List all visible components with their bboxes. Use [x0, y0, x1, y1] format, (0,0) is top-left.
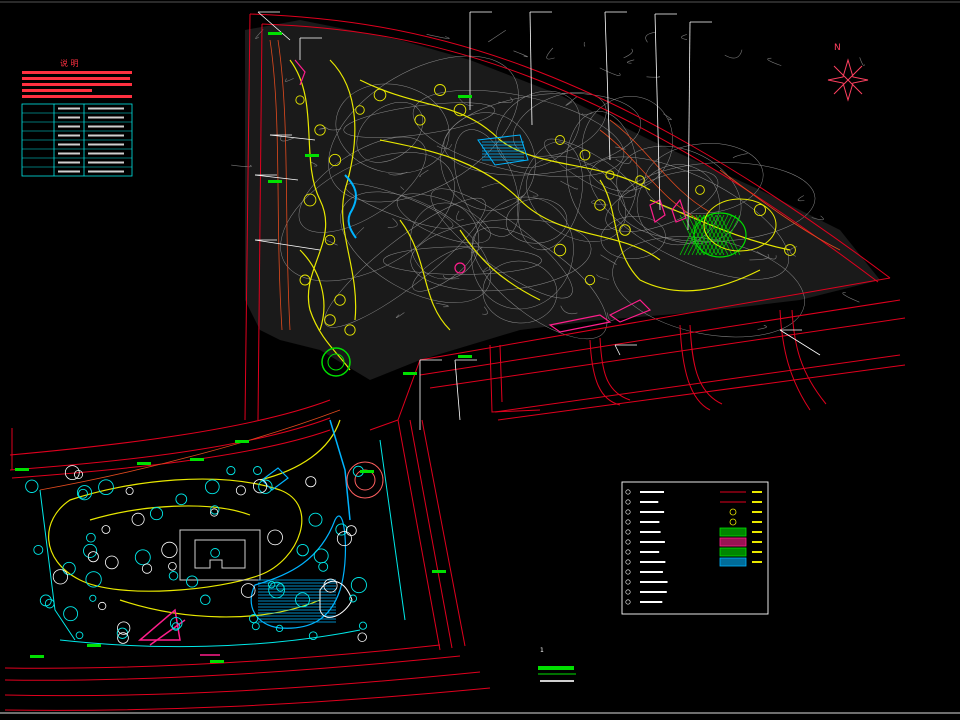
- legend-text: [640, 501, 659, 503]
- notes-title: 说 明: [60, 58, 79, 68]
- notes-line-3: [22, 83, 132, 86]
- legend-text: [640, 541, 665, 543]
- callout-tag: [235, 440, 249, 443]
- table-cell-text: [58, 134, 80, 137]
- legend-text: [640, 601, 663, 603]
- legend-swatch-label: [752, 521, 762, 523]
- legend-swatch-label: [752, 551, 762, 553]
- table-cell-text: [58, 125, 80, 128]
- legend-text: [640, 511, 665, 513]
- legend-text: [640, 551, 660, 553]
- table-cell-text: [88, 152, 124, 155]
- table-cell-text: [58, 116, 80, 119]
- table-cell-text: [88, 125, 124, 128]
- table-cell-text: [88, 170, 124, 173]
- drawing-title-bar: [538, 666, 574, 670]
- cad-master-plan: N 说 明 1: [0, 0, 960, 720]
- table-cell-text: [58, 170, 80, 173]
- legend-fill-swatch: [719, 527, 747, 537]
- legend-text: [640, 581, 668, 583]
- callout-tag: [30, 655, 44, 658]
- callout-tag: [305, 154, 319, 157]
- legend-text: [640, 521, 660, 523]
- drawing-scale-text: [540, 680, 574, 682]
- legend-swatch-label: [752, 491, 762, 493]
- callout-tag: [137, 462, 151, 465]
- callout-tag: [458, 95, 472, 98]
- table-cell-text: [58, 152, 80, 155]
- legend-swatch-label: [752, 531, 762, 533]
- table-cell-text: [58, 143, 80, 146]
- legend-swatch-label: [752, 541, 762, 543]
- callout-tag: [15, 468, 29, 471]
- legend-fill-swatch: [719, 537, 747, 547]
- table-cell-text: [88, 161, 124, 164]
- table-cell-text: [88, 116, 124, 119]
- callout-tag: [432, 570, 446, 573]
- legend-swatch-label: [752, 501, 762, 503]
- callout-tag: [458, 355, 472, 358]
- north-arrow-label: N: [834, 43, 841, 53]
- page-marker: 1: [540, 647, 544, 654]
- notes-line-2: [22, 77, 130, 80]
- table-cell-text: [88, 107, 124, 110]
- north-pond-hatch: [482, 141, 524, 161]
- callout-tag: [360, 470, 374, 473]
- legend-text: [640, 561, 666, 563]
- table-cell-text: [58, 107, 80, 110]
- callout-tag: [210, 660, 224, 663]
- legend-text: [640, 531, 661, 533]
- legend-text: [640, 491, 665, 493]
- legend-fill-swatch: [719, 557, 747, 567]
- callout-tag: [268, 32, 282, 35]
- table-cell-text: [58, 161, 80, 164]
- legend-swatch-label: [752, 561, 762, 563]
- notes-line-5: [22, 95, 132, 98]
- legend-text: [640, 571, 663, 573]
- table-cell-text: [88, 134, 124, 137]
- notes-line-4: [22, 89, 92, 92]
- callout-tag: [268, 180, 282, 183]
- legend-text: [640, 591, 667, 593]
- legend-fill-swatch: [719, 547, 747, 557]
- callout-tag: [190, 458, 204, 461]
- notes-line-1: [22, 71, 132, 74]
- legend-swatch-label: [752, 511, 762, 513]
- table-cell-text: [88, 143, 124, 146]
- callout-tag: [403, 372, 417, 375]
- callout-tag: [87, 644, 101, 647]
